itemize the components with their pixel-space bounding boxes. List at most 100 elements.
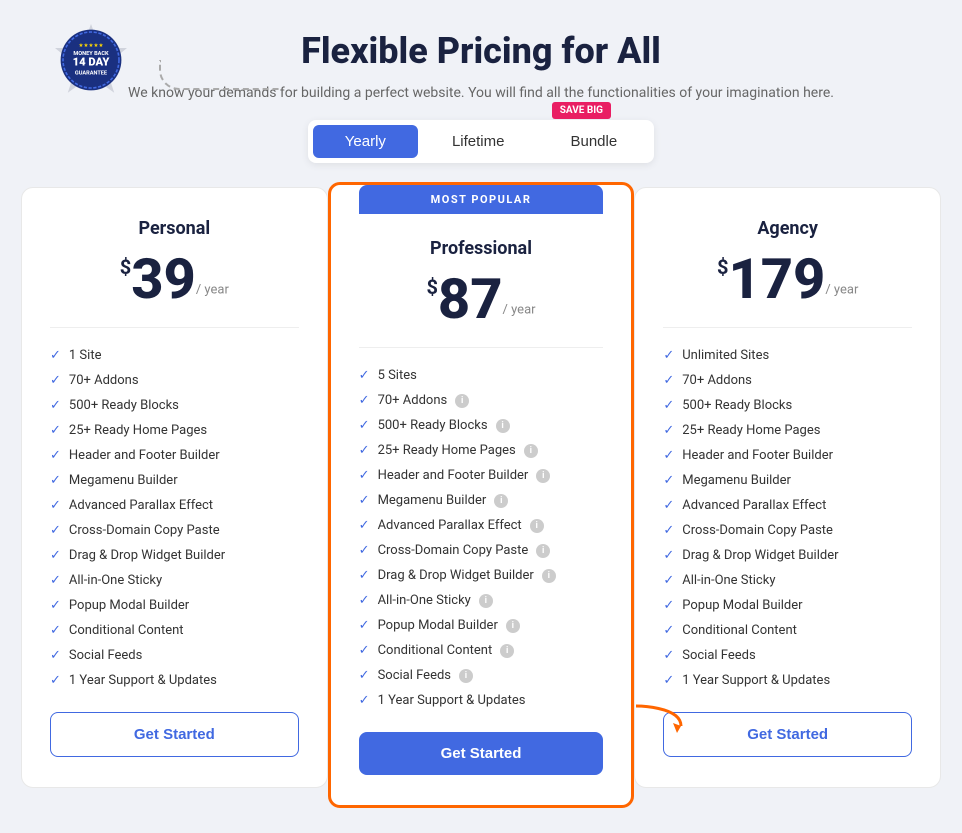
feature-text: All-in-One Sticky: [378, 593, 471, 608]
check-icon: ✓: [663, 623, 674, 638]
price-amount: 179: [728, 246, 825, 312]
feature-text: Conditional Content: [682, 623, 797, 638]
info-icon[interactable]: i: [494, 494, 508, 508]
feature-item: ✓ 70+ Addons: [663, 373, 912, 388]
info-icon[interactable]: i: [536, 544, 550, 558]
feature-item: ✓ Popup Modal Builder: [50, 598, 299, 613]
get-started-button-personal[interactable]: Get Started: [50, 712, 299, 757]
billing-toggle: Yearly Lifetime Bundle: [308, 120, 654, 163]
toggle-bundle[interactable]: Bundle: [538, 125, 649, 158]
feature-text: Conditional Content: [378, 643, 493, 658]
feature-text: Drag & Drop Widget Builder: [69, 548, 225, 563]
check-icon: ✓: [663, 548, 674, 563]
plan-name-personal: Personal: [50, 218, 299, 239]
check-icon: ✓: [359, 443, 370, 458]
get-started-button-agency[interactable]: Get Started: [663, 712, 912, 757]
feature-item: ✓ 500+ Ready Blocks i: [359, 418, 604, 433]
feature-item: ✓ Advanced Parallax Effect: [50, 498, 299, 513]
feature-item: ✓ 500+ Ready Blocks: [663, 398, 912, 413]
feature-item: ✓ Social Feeds i: [359, 668, 604, 683]
check-icon: ✓: [50, 348, 61, 363]
feature-item: ✓ Drag & Drop Widget Builder i: [359, 568, 604, 583]
pricing-card-professional: MOST POPULARProfessional $87/ year ✓ 5 S…: [328, 182, 635, 808]
feature-text: 70+ Addons: [378, 393, 448, 408]
feature-text: 1 Year Support & Updates: [378, 693, 526, 708]
check-icon: ✓: [50, 573, 61, 588]
feature-text: 1 Year Support & Updates: [682, 673, 830, 688]
features-list-professional: ✓ 5 Sites ✓ 70+ Addons i ✓ 500+ Ready Bl…: [359, 368, 604, 708]
feature-text: 25+ Ready Home Pages: [378, 443, 516, 458]
check-icon: ✓: [359, 368, 370, 383]
feature-item: ✓ 1 Year Support & Updates: [663, 673, 912, 688]
check-icon: ✓: [359, 543, 370, 558]
toggle-container: SAVE BIG Yearly Lifetime Bundle: [21, 120, 941, 163]
feature-text: Social Feeds: [69, 648, 142, 663]
check-icon: ✓: [50, 648, 61, 663]
get-started-button-professional[interactable]: Get Started: [359, 732, 604, 775]
feature-text: 500+ Ready Blocks: [378, 418, 488, 433]
feature-item: ✓ Header and Footer Builder i: [359, 468, 604, 483]
check-icon: ✓: [663, 498, 674, 513]
check-icon: ✓: [663, 473, 674, 488]
check-icon: ✓: [50, 673, 61, 688]
check-icon: ✓: [50, 473, 61, 488]
feature-item: ✓ Popup Modal Builder i: [359, 618, 604, 633]
feature-item: ✓ Social Feeds: [663, 648, 912, 663]
plan-name-professional: Professional: [359, 238, 604, 259]
feature-text: 70+ Addons: [682, 373, 752, 388]
feature-text: Popup Modal Builder: [682, 598, 802, 613]
info-icon[interactable]: i: [455, 394, 469, 408]
price-amount: 39: [131, 246, 196, 312]
feature-text: Popup Modal Builder: [378, 618, 498, 633]
info-icon[interactable]: i: [536, 469, 550, 483]
feature-text: Megamenu Builder: [69, 473, 178, 488]
check-icon: ✓: [359, 393, 370, 408]
feature-item: ✓ Megamenu Builder: [663, 473, 912, 488]
features-list-agency: ✓ Unlimited Sites ✓ 70+ Addons ✓ 500+ Re…: [663, 348, 912, 688]
check-icon: ✓: [50, 448, 61, 463]
check-icon: ✓: [663, 348, 674, 363]
feature-item: ✓ Advanced Parallax Effect: [663, 498, 912, 513]
price-period: / year: [196, 283, 229, 298]
info-icon[interactable]: i: [530, 519, 544, 533]
price-amount: 87: [438, 266, 503, 332]
feature-item: ✓ 1 Year Support & Updates: [359, 693, 604, 708]
info-icon[interactable]: i: [524, 444, 538, 458]
feature-text: Advanced Parallax Effect: [682, 498, 826, 513]
info-icon[interactable]: i: [479, 594, 493, 608]
check-icon: ✓: [663, 373, 674, 388]
info-icon[interactable]: i: [496, 419, 510, 433]
toggle-lifetime[interactable]: Lifetime: [420, 125, 537, 158]
check-icon: ✓: [359, 668, 370, 683]
pricing-card-personal: Personal $39/ year ✓ 1 Site ✓ 70+ Addons…: [21, 187, 328, 788]
feature-text: Social Feeds: [378, 668, 451, 683]
check-icon: ✓: [663, 573, 674, 588]
feature-item: ✓ Cross-Domain Copy Paste: [663, 523, 912, 538]
feature-text: Cross-Domain Copy Paste: [378, 543, 529, 558]
feature-text: Header and Footer Builder: [378, 468, 529, 483]
header-section: ★★★★★ MONEY BACK 14 DAY GUARANTEE Flexib…: [21, 30, 941, 163]
feature-item: ✓ All-in-One Sticky: [663, 573, 912, 588]
check-icon: ✓: [50, 548, 61, 563]
feature-text: Megamenu Builder: [378, 493, 487, 508]
info-icon[interactable]: i: [506, 619, 520, 633]
check-icon: ✓: [359, 693, 370, 708]
check-icon: ✓: [359, 593, 370, 608]
check-icon: ✓: [359, 493, 370, 508]
check-icon: ✓: [359, 618, 370, 633]
feature-item: ✓ 25+ Ready Home Pages i: [359, 443, 604, 458]
info-icon[interactable]: i: [500, 644, 514, 658]
feature-item: ✓ 1 Year Support & Updates: [50, 673, 299, 688]
info-icon[interactable]: i: [459, 669, 473, 683]
check-icon: ✓: [50, 623, 61, 638]
info-icon[interactable]: i: [542, 569, 556, 583]
feature-text: Drag & Drop Widget Builder: [682, 548, 838, 563]
feature-text: Cross-Domain Copy Paste: [682, 523, 833, 538]
toggle-yearly[interactable]: Yearly: [313, 125, 418, 158]
check-icon: ✓: [50, 373, 61, 388]
features-list-personal: ✓ 1 Site ✓ 70+ Addons ✓ 500+ Ready Block…: [50, 348, 299, 688]
svg-text:14 DAY: 14 DAY: [73, 56, 111, 69]
price-period: / year: [503, 303, 536, 318]
price-symbol: $: [120, 255, 131, 279]
feature-text: Cross-Domain Copy Paste: [69, 523, 220, 538]
